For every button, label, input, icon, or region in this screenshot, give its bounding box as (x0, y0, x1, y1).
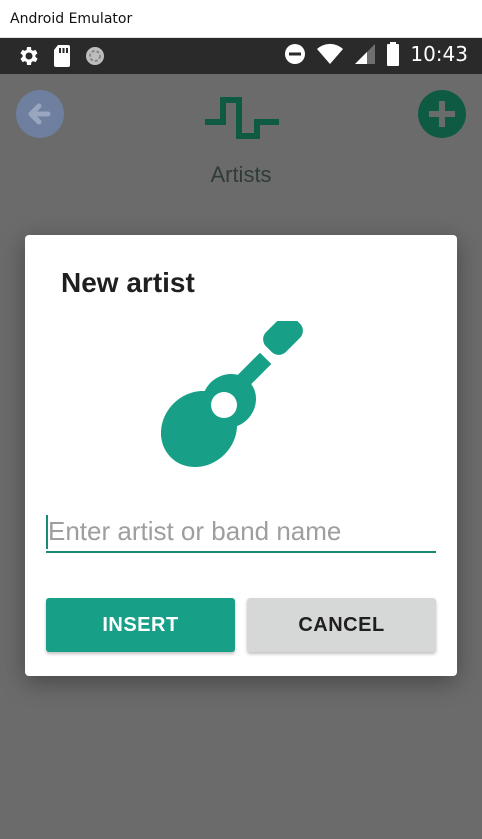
dialog-title: New artist (61, 267, 195, 298)
battery-icon (387, 42, 400, 66)
page-title: Artists (210, 162, 272, 187)
sd-card-icon (54, 45, 70, 67)
wifi-icon (317, 43, 344, 64)
back-button[interactable] (16, 90, 64, 138)
artist-name-input[interactable] (46, 511, 436, 553)
do-not-disturb-icon (285, 44, 306, 64)
android-status-bar: 10:43 (0, 38, 482, 74)
text-caret (46, 515, 48, 549)
add-artist-button[interactable] (418, 90, 466, 138)
gear-icon (20, 47, 38, 65)
insert-button[interactable]: INSERT (46, 598, 235, 652)
plus-circle-icon (429, 101, 455, 127)
cancel-button[interactable]: CANCEL (247, 598, 436, 652)
waveform-logo-icon (205, 97, 279, 139)
window-title: Android Emulator (10, 11, 133, 27)
status-clock: 10:43 (410, 42, 468, 66)
arrow-left-icon (28, 103, 51, 125)
emulator-title-bar: Android Emulator (0, 0, 482, 38)
sync-icon (86, 47, 104, 65)
new-artist-dialog: New artist INSERT CANCEL (25, 235, 457, 676)
signal-icon (355, 44, 376, 64)
guitar-icon (161, 321, 303, 468)
